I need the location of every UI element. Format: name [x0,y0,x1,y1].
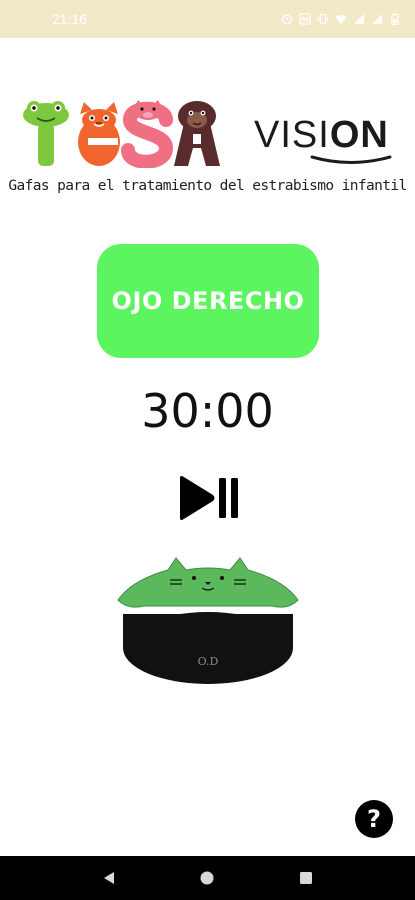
status-icons [281,13,401,25]
vibrate-icon [317,13,329,25]
brand-logo: VISION [22,100,394,169]
nav-back-button[interactable] [97,866,121,890]
recents-icon [299,872,312,884]
play-pause-button[interactable] [177,474,241,522]
brand-tagline: Gafas para el tratamiento del estrabismo… [8,178,407,194]
system-nav-bar [0,856,415,900]
goggles-illustration [117,557,299,684]
eye-select-button[interactable]: OJO DERECHO [97,244,319,358]
back-icon [104,872,115,884]
frog-letter-t-icon [23,101,69,166]
signal-icon [353,13,365,25]
battery-icon [389,13,401,25]
cat-ears-frame-icon [117,557,299,608]
alarm-icon [281,13,293,25]
cat-letter-e-icon [78,102,120,166]
timer-display: 30:00 [141,384,274,438]
brand-name: VISION [254,114,389,157]
goggles-eye-label: O.D [197,655,219,668]
status-bar: 21:16 [0,0,415,38]
gorilla-letter-a-icon [174,101,220,166]
brand-name-prefix: VISI [254,114,330,156]
nav-home-button[interactable] [195,866,219,890]
wifi-icon [335,13,347,25]
play-pause-icon [180,476,238,520]
help-button[interactable]: ? [355,800,393,838]
brand-name-suffix: ON [329,114,389,156]
nfc-icon [299,13,311,25]
pig-letter-s-icon [121,100,174,169]
nav-recents-button[interactable] [294,866,318,890]
home-icon [200,871,214,885]
status-time: 21:16 [52,11,88,27]
signal-icon [371,13,383,25]
brand-smile-underline [310,155,392,164]
